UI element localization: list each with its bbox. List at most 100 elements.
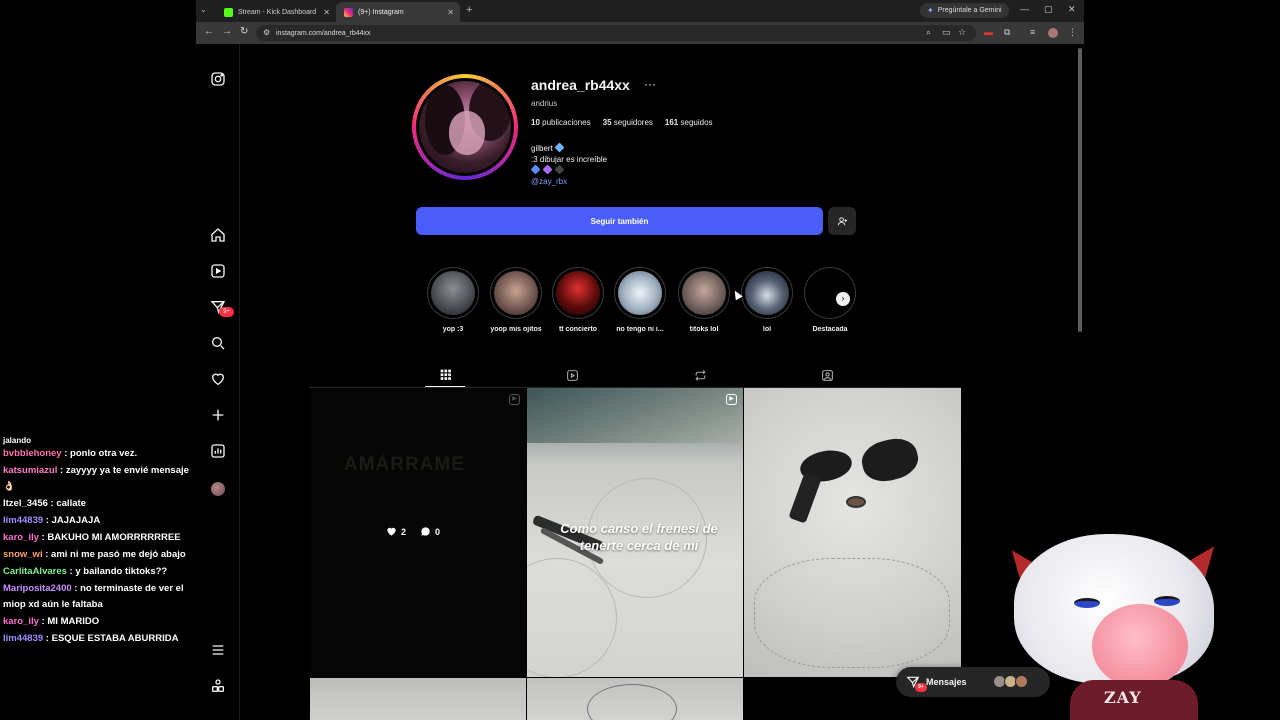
extension-record-icon[interactable]: ▬ (984, 27, 993, 37)
highlight-label: yop :3 (442, 326, 464, 333)
address-bar[interactable]: ⚙ instagram.com/andrea_rb44xx (256, 25, 976, 41)
browser-window: ⌄ Stream - Kick Dashboard ✕ (9+) Instagr… (196, 0, 1084, 720)
forward-icon[interactable]: → (222, 26, 232, 37)
highlight-label: yoop mis ojitos (490, 326, 542, 333)
tab-reposts[interactable] (680, 363, 720, 387)
search-icon[interactable] (209, 334, 227, 352)
chat-separator: : (43, 633, 52, 644)
gemini-label: Pregúntale a Gemini (937, 7, 1002, 14)
highlight-item[interactable]: no tengo ni i... (608, 267, 672, 333)
menu-hamburger-icon[interactable] (209, 641, 227, 659)
tab-title: (9+) Instagram (358, 8, 404, 16)
highlight-item[interactable]: lol (735, 267, 799, 333)
chat-separator: : (61, 448, 71, 459)
tab-reels[interactable] (552, 363, 592, 387)
dashboard-icon[interactable] (209, 442, 227, 460)
extensions-icon[interactable]: ⧉ (1004, 27, 1010, 38)
chat-username[interactable]: katsumiazul (3, 465, 57, 476)
pfp-face (449, 111, 485, 155)
profile-avatar-icon[interactable] (1048, 28, 1058, 38)
post-tile[interactable]: AMÁRRAME ▶ 2 0 (310, 388, 526, 677)
page-scrollbar[interactable] (1078, 48, 1082, 332)
cast-icon[interactable]: ▭ (942, 27, 951, 38)
repost-icon (694, 369, 706, 381)
instagram-sidebar: 9+ (196, 44, 240, 720)
post-tile[interactable] (744, 388, 961, 677)
messages-label: Mensajes (926, 677, 967, 687)
post-tile[interactable]: Como canso el frenesí de tenerte cerca d… (527, 388, 743, 677)
more-options-icon[interactable]: ··· (644, 77, 656, 91)
post-tile[interactable] (310, 678, 526, 720)
back-icon[interactable]: ← (204, 26, 214, 37)
chat-separator: : (71, 583, 81, 594)
highlight-label: lol (762, 326, 772, 333)
post-caption-overlay: Como canso el frenesí de tenerte cerca d… (560, 521, 718, 553)
chat-username[interactable]: lim44839 (3, 515, 43, 526)
chat-username[interactable]: karo_ily (3, 616, 39, 627)
post-tile[interactable] (527, 678, 743, 720)
tab-instagram[interactable]: (9+) Instagram ✕ (336, 2, 460, 22)
followers-stat[interactable]: 35 seguidores (603, 118, 653, 127)
zoom-icon[interactable]: ⌕ (926, 27, 931, 38)
vtuber-avatar: ZAY (999, 520, 1230, 720)
browser-toolbar: ← → ↻ ⚙ instagram.com/andrea_rb44xx ⌕ ▭ … (196, 22, 1084, 44)
home-icon[interactable] (209, 226, 227, 244)
chat-separator: : (42, 549, 52, 560)
profile-avatar[interactable] (211, 482, 225, 496)
following-stat[interactable]: 161 seguidos (665, 118, 713, 127)
bio-line: :3 dibujar es increíble (531, 155, 608, 164)
close-tab-icon[interactable]: ✕ (447, 8, 454, 17)
chat-username[interactable]: CarlitaAlvares (3, 566, 67, 577)
gemini-spark-icon: ✦ (927, 6, 934, 15)
bookmark-star-icon[interactable]: ☆ (958, 27, 966, 38)
tab-tagged[interactable] (807, 363, 847, 387)
close-window-icon[interactable]: ✕ (1068, 4, 1076, 15)
tab-posts[interactable] (425, 363, 465, 387)
sketch-shape (587, 684, 677, 720)
grid-icon (440, 369, 451, 380)
chat-text: callate (56, 498, 86, 509)
profile-full-name: andrius (531, 99, 558, 108)
chat-text: MI MARIDO (47, 616, 100, 627)
chat-text: y bailando tiktoks?? (75, 566, 168, 577)
instagram-logo-icon[interactable] (209, 70, 227, 88)
chat-text: BAKUHO MI AMORRRRRREE (47, 532, 181, 543)
chat-username[interactable]: bvbblehoney (3, 448, 62, 459)
highlight-item[interactable]: tt concierto (546, 267, 610, 333)
reload-icon[interactable]: ↻ (240, 26, 248, 37)
new-tab-icon[interactable]: + (466, 4, 472, 16)
highlight-ring (427, 267, 479, 319)
maximize-icon[interactable]: ▢ (1044, 4, 1053, 15)
highlight-item[interactable]: titoks lol (672, 267, 736, 333)
bio-mention-link[interactable]: @zay_rbx (531, 176, 607, 187)
close-tab-icon[interactable]: ✕ (323, 8, 330, 17)
browser-menu-icon[interactable]: ⋮ (1068, 27, 1077, 38)
gemini-button[interactable]: ✦ Pregúntale a Gemini (920, 3, 1009, 18)
black-heart-icon (555, 164, 565, 175)
highlight-item[interactable]: yoop mis ojitos (484, 267, 548, 333)
profile-picture[interactable] (416, 78, 514, 176)
highlight-thumbnail (618, 271, 662, 315)
chat-username[interactable]: karo_ily (3, 532, 39, 543)
tab-search-icon[interactable]: ⌄ (200, 5, 207, 14)
heart-icon (387, 527, 396, 536)
site-info-icon[interactable]: ⚙ (263, 28, 270, 37)
create-plus-icon[interactable] (209, 406, 227, 424)
chat-username[interactable]: snow_wi (3, 549, 43, 560)
minimize-icon[interactable]: — (1020, 4, 1029, 14)
highlight-item[interactable]: yop :3 (421, 267, 485, 333)
meta-apps-icon[interactable] (209, 677, 227, 695)
reels-icon[interactable] (209, 262, 227, 280)
media-icon[interactable]: ≡ (1030, 27, 1035, 37)
follow-back-button[interactable]: Seguir también (416, 207, 823, 235)
chat-username[interactable]: Itzel_3456 (3, 498, 48, 509)
chat-username[interactable]: lim44839 (3, 633, 43, 644)
tab-kick-dashboard[interactable]: Stream - Kick Dashboard ✕ (216, 2, 336, 22)
suggested-users-button[interactable] (828, 207, 856, 235)
instagram-favicon-icon (344, 7, 353, 17)
highlight-item[interactable]: Destacada (798, 267, 862, 333)
highlights-next-icon[interactable]: › (836, 292, 850, 306)
chat-username[interactable]: Mariposita2400 (3, 583, 72, 594)
profile-stats: 10 publicaciones 35 seguidores 161 segui… (531, 118, 713, 127)
notifications-heart-icon[interactable] (209, 370, 227, 388)
